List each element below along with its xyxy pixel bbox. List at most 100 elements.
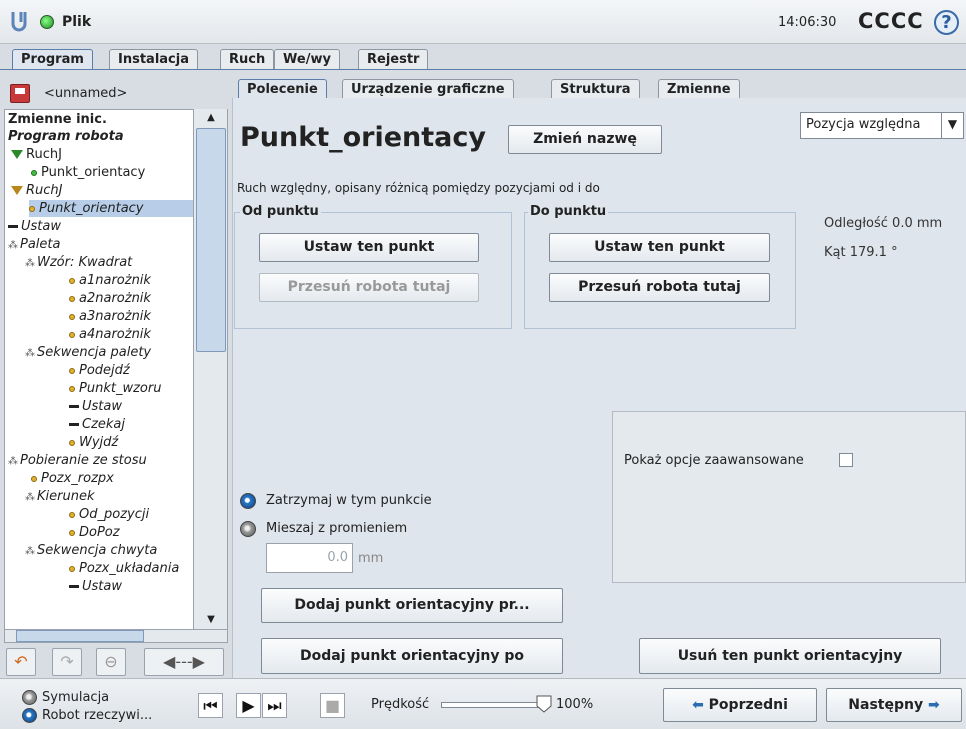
tab-command[interactable]: Polecenie [238,79,327,100]
waypoint-icon [69,565,75,572]
waypoint-icon [69,529,75,536]
set-icon [69,585,79,588]
speed-slider-knob[interactable] [536,695,552,713]
waypoint-icon [69,277,75,284]
undo-icon[interactable]: ↶ [6,648,36,676]
waypoint-icon [69,439,75,446]
tree-item[interactable]: DoPoz [69,524,120,541]
next-button[interactable]: Następny ➡ [826,688,962,722]
suppress-icon[interactable]: ⊖ [96,648,126,676]
move-here-from-button[interactable]: Przesuń robota tutaj [259,273,479,302]
tree-item-selected[interactable]: Punkt_orientacy [29,200,197,217]
simulation-radio[interactable] [22,690,37,705]
tree-item[interactable]: Od_pozycji [69,506,149,523]
tree-item[interactable]: Ustaw [69,398,122,415]
tree-item[interactable]: ⁂ Sekwencja chwyta [25,542,157,560]
tab-program[interactable]: Program [12,49,93,70]
waypoint-icon [29,205,35,212]
tree-item[interactable]: Punkt_wzoru [69,380,161,397]
remove-waypoint-button[interactable]: Usuń ten punkt orientacyjny [639,638,941,674]
skip-back-icon[interactable]: ⏮ [198,693,223,718]
waypoint-icon [31,169,37,176]
scroll-down-icon[interactable]: ▼ [196,612,226,628]
tree-item[interactable]: ⁂ Wzór: Kwadrat [25,254,132,272]
stop-label: Zatrzymaj w tym punkcie [266,493,432,508]
tree-item[interactable]: ⁂ Paleta [8,236,60,254]
tree-item[interactable]: Ustaw [69,578,122,595]
tab-log[interactable]: Rejestr [358,49,429,70]
status-green-icon [40,15,54,29]
speed-slider[interactable] [441,702,541,708]
ur-logo-icon [11,12,27,32]
tree-item[interactable]: a1narożnik [69,272,151,289]
set-from-point-button[interactable]: Ustaw ten punkt [259,233,479,262]
tab-io[interactable]: We/wy [274,49,340,70]
radius-unit: mm [358,551,384,566]
tree-item[interactable]: RuchJ [11,146,62,163]
chevron-down-icon[interactable]: ▼ [941,112,963,139]
program-name: <unnamed> [44,86,128,101]
blend-radio[interactable] [240,521,256,537]
file-menu[interactable]: Plik [62,14,91,30]
direction-icon: ⁂ [25,492,35,503]
move-triangle-icon [11,186,23,195]
tab-graphics[interactable]: Urządzenie graficzne [342,79,514,100]
robot-name: CCCC [858,9,924,33]
redo-icon[interactable]: ↷ [52,648,82,676]
tree-item[interactable]: ⁂ Kierunek [25,488,94,506]
hscroll-thumb[interactable] [16,630,144,642]
tree-item[interactable]: Pozx_rozpx [31,470,114,487]
wait-icon [69,423,79,426]
page-title: Punkt_orientacy [240,122,486,153]
tree-item[interactable]: Wyjdź [69,434,118,451]
tree-item[interactable]: RuchJ [11,182,63,199]
waypoint-icon [31,475,37,482]
tree-item[interactable]: Pozx_układania [69,560,179,577]
advanced-options-box [612,411,966,583]
tree-item[interactable]: Czekaj [69,416,125,433]
move-node-icon[interactable]: ◀---▶ [144,648,224,676]
tree-item[interactable]: Podejdź [69,362,130,379]
clock: 14:06:30 [778,15,837,30]
step-icon[interactable]: ⏭ [262,693,287,718]
real-robot-radio[interactable] [22,708,37,723]
tab-variables[interactable]: Zmienne [658,79,740,100]
distance-readout: Odległość 0.0 mm [824,216,943,231]
previous-button[interactable]: ⬅ Poprzedni [663,688,817,722]
simulation-label: Symulacja [42,690,110,705]
to-point-group [524,212,796,329]
move-here-to-button[interactable]: Przesuń robota tutaj [549,273,770,302]
mode-select-value: Pozycja względna [806,117,921,132]
stop-icon[interactable]: ■ [320,693,345,718]
tree-item[interactable]: Ustaw [8,218,61,235]
advanced-checkbox[interactable] [839,453,853,467]
sequence-icon: ⁂ [25,348,35,359]
tab-installation[interactable]: Instalacja [109,49,198,70]
tree-item[interactable]: Zmienne inic. [8,111,107,128]
tree-item[interactable]: ⁂ Pobieranie ze stosu [8,452,147,470]
rename-button[interactable]: Zmień nazwę [508,125,662,154]
tree-item[interactable]: Punkt_orientacy [31,164,145,181]
waypoint-icon [69,511,75,518]
save-icon[interactable] [10,84,30,103]
tab-move[interactable]: Ruch [220,49,275,70]
help-icon[interactable]: ? [934,10,959,35]
radius-input[interactable]: 0.0 [266,543,353,573]
add-after-button[interactable]: Dodaj punkt orientacyjny po [261,638,563,674]
stop-radio[interactable] [240,493,256,509]
scroll-thumb[interactable] [196,128,226,352]
tab-structure[interactable]: Struktura [551,79,640,100]
scroll-up-icon[interactable]: ▲ [196,110,226,126]
tree-item[interactable]: a3narożnik [69,308,151,325]
from-point-label: Od punktu [240,204,321,219]
tree-item[interactable]: a4narożnik [69,326,151,343]
play-icon[interactable]: ▶ [236,693,261,718]
tree-item[interactable]: ⁂ Sekwencja palety [25,344,151,362]
tree-item[interactable]: Program robota [8,128,124,145]
tree-item[interactable]: a2narożnik [69,290,151,307]
add-before-button[interactable]: Dodaj punkt orientacyjny pr... [261,588,563,623]
stack-icon: ⁂ [8,456,18,467]
set-to-point-button[interactable]: Ustaw ten punkt [549,233,770,262]
pattern-icon: ⁂ [25,258,35,269]
waypoint-icon [69,295,75,302]
